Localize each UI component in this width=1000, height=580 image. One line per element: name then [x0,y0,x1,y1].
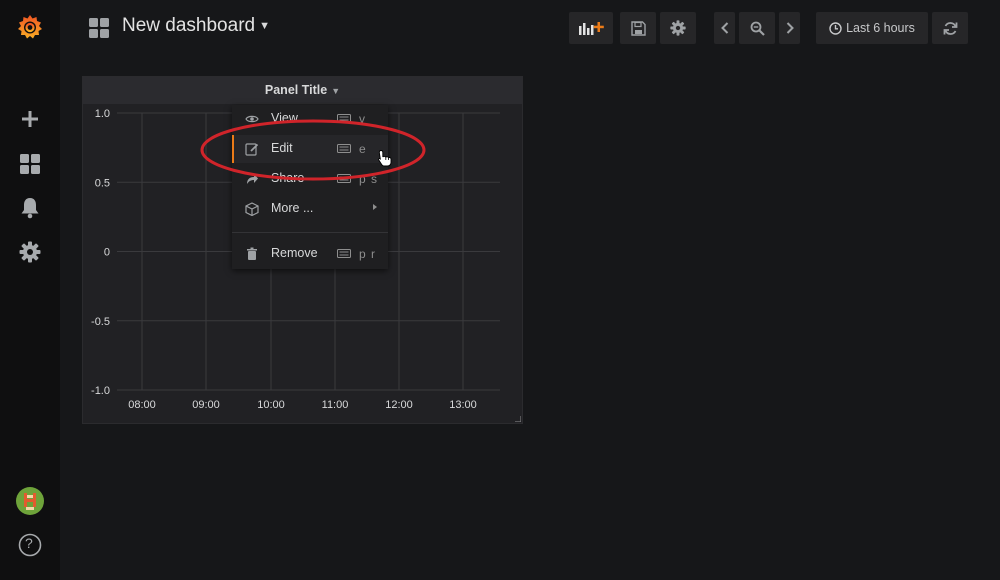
keyboard-icon [337,114,351,123]
menu-item-shortcut: p r [359,247,377,261]
menu-item-label: Share [271,171,305,185]
time-range-picker-button[interactable]: Last 6 hours [816,12,928,44]
trash-icon [247,247,257,260]
panel-menu-more[interactable]: More ... [232,195,388,223]
plus-icon[interactable] [15,104,45,134]
caret-down-icon: ▼ [259,20,270,32]
panel-resize-handle[interactable] [515,416,521,422]
dashboard-settings-button[interactable] [660,12,696,44]
keyboard-icon [337,249,351,258]
user-avatar[interactable] [15,486,45,516]
keyboard-icon [337,174,351,183]
keyboard-icon [337,144,351,153]
panel-menu-share[interactable]: Share p s [232,165,388,193]
grafana-logo-icon[interactable] [15,12,45,42]
share-icon [247,174,258,184]
menu-item-label: View [271,111,298,125]
dashboards-grid-icon [88,17,110,44]
menu-item-shortcut: p s [359,172,379,186]
dashboard-title: New dashboard [122,15,256,36]
chevron-left-icon [720,22,728,34]
navbar: New dashboard ▼ Last 6 hours [60,0,1000,56]
help-label: ? [25,535,33,551]
menu-divider [232,232,388,233]
dashboards-icon[interactable] [15,149,45,179]
add-panel-button[interactable] [569,12,613,44]
panel-menu-remove[interactable]: Remove p r [232,240,388,268]
side-menu: ? [0,0,60,580]
menu-item-label: Remove [271,246,318,260]
edit-icon [245,143,259,156]
refresh-icon [943,21,957,35]
time-shift-back-button[interactable] [714,12,735,44]
caret-down-icon: ▼ [331,86,341,96]
submenu-arrow-icon [373,204,377,210]
menu-item-shortcut: v [359,112,366,126]
alerting-bell-icon[interactable] [15,193,45,223]
save-icon [630,20,646,36]
refresh-button[interactable] [932,12,968,44]
menu-item-label: Edit [271,141,293,155]
add-panel-icon [579,22,604,35]
panel-title: Panel Title [264,83,328,97]
chevron-right-icon [786,22,794,34]
settings-icon [670,20,686,36]
cube-icon [245,202,259,216]
zoom-out-icon [750,21,765,36]
eye-icon [245,115,259,123]
panel-menu-edit[interactable]: Edit e [232,135,388,163]
menu-item-shortcut: e [359,142,367,156]
dashboard-title-dropdown[interactable]: New dashboard ▼ [122,15,270,37]
panel-title-menu-trigger[interactable]: Panel Title ▼ [83,77,522,104]
time-shift-forward-button[interactable] [779,12,800,44]
panel-menu-dropdown: View v Edit e Share p s More ... Remove … [232,105,388,269]
save-dashboard-button[interactable] [620,12,656,44]
configuration-gear-icon[interactable] [15,237,45,267]
panel-menu-view[interactable]: View v [232,105,388,133]
time-range-label: Last 6 hours [846,21,915,35]
zoom-out-button[interactable] [739,12,775,44]
menu-item-label: More ... [271,201,314,215]
help-icon[interactable]: ? [15,530,45,560]
clock-icon [829,21,842,35]
